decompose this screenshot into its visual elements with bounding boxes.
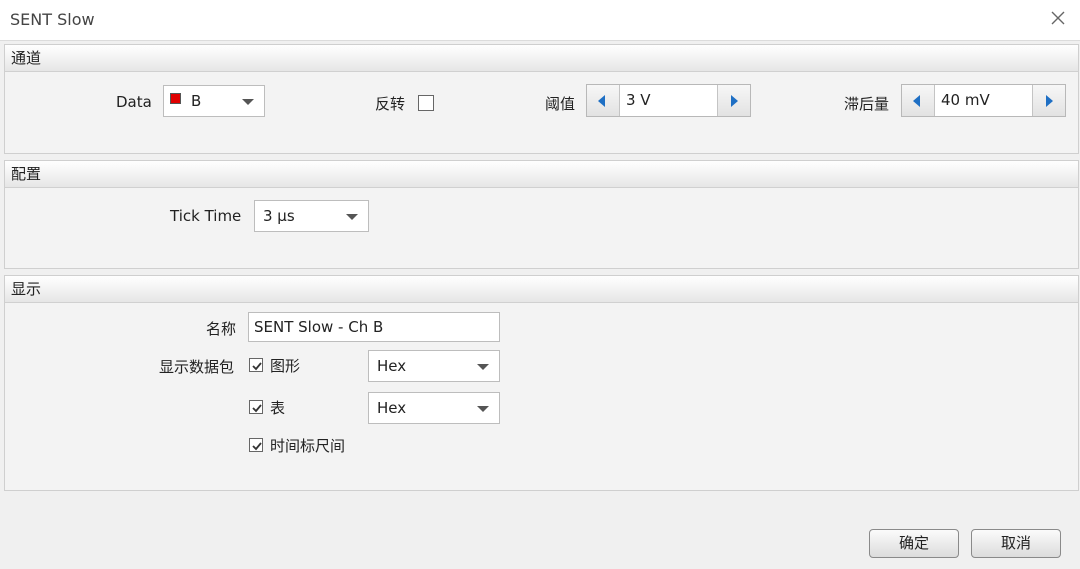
arrow-right-icon — [731, 95, 738, 107]
threshold-spinner[interactable]: 3 V — [586, 84, 751, 117]
config-section: 配置 Tick Time 3 µs — [4, 160, 1079, 269]
checkmark-icon — [252, 404, 262, 413]
config-section-header: 配置 — [5, 161, 1078, 188]
ok-button[interactable]: 确定 — [869, 529, 959, 558]
channel-section-header: 通道 — [5, 45, 1078, 72]
name-input[interactable] — [254, 318, 484, 336]
graph-format-value: Hex — [377, 357, 407, 375]
data-select[interactable]: B — [163, 85, 265, 117]
timeline-checkbox[interactable] — [249, 438, 263, 452]
arrow-right-icon — [1046, 95, 1053, 107]
graph-format-select[interactable]: Hex — [368, 350, 500, 382]
name-field[interactable] — [248, 312, 500, 342]
chevron-down-icon — [346, 214, 358, 220]
display-section-header: 显示 — [5, 276, 1078, 303]
timeline-label: 时间标尺间 — [270, 437, 346, 455]
window-title: SENT Slow — [10, 10, 95, 29]
cancel-button[interactable]: 取消 — [971, 529, 1061, 558]
hysteresis-increment-button[interactable] — [1032, 85, 1065, 116]
arrow-left-icon — [598, 95, 605, 107]
invert-checkbox[interactable] — [418, 95, 434, 111]
table-checkbox[interactable] — [249, 400, 263, 414]
hysteresis-spinner[interactable]: 40 mV — [901, 84, 1066, 117]
table-format-select[interactable]: Hex — [368, 392, 500, 424]
graph-label: 图形 — [270, 357, 301, 375]
chevron-down-icon — [477, 406, 489, 412]
hysteresis-decrement-button[interactable] — [902, 85, 935, 116]
title-bar: SENT Slow — [0, 0, 1080, 41]
arrow-left-icon — [913, 95, 920, 107]
checkmark-icon — [252, 442, 262, 451]
tick-time-value: 3 µs — [263, 207, 295, 225]
data-label: Data — [116, 93, 152, 111]
graph-checkbox[interactable] — [249, 358, 263, 372]
table-label: 表 — [270, 399, 286, 417]
close-icon[interactable] — [1046, 6, 1070, 30]
hysteresis-value[interactable]: 40 mV — [941, 91, 990, 109]
channel-section: 通道 Data B 反转 阈值 3 V 滞后量 40 mV — [4, 44, 1079, 154]
checkmark-icon — [252, 362, 262, 371]
invert-label: 反转 — [375, 95, 406, 113]
channel-color-swatch — [170, 93, 181, 104]
name-label: 名称 — [206, 320, 237, 338]
chevron-down-icon — [242, 99, 254, 105]
tick-time-select[interactable]: 3 µs — [254, 200, 369, 232]
hysteresis-label: 滞后量 — [844, 95, 890, 113]
threshold-increment-button[interactable] — [717, 85, 750, 116]
threshold-label: 阈值 — [545, 95, 576, 113]
show-packets-label: 显示数据包 — [159, 358, 235, 376]
threshold-value[interactable]: 3 V — [626, 91, 651, 109]
threshold-decrement-button[interactable] — [587, 85, 620, 116]
tick-time-label: Tick Time — [170, 207, 242, 225]
display-section: 显示 名称 显示数据包 图形 Hex 表 Hex 时间标尺间 — [4, 275, 1079, 491]
data-select-value: B — [191, 92, 202, 110]
table-format-value: Hex — [377, 399, 407, 417]
chevron-down-icon — [477, 364, 489, 370]
